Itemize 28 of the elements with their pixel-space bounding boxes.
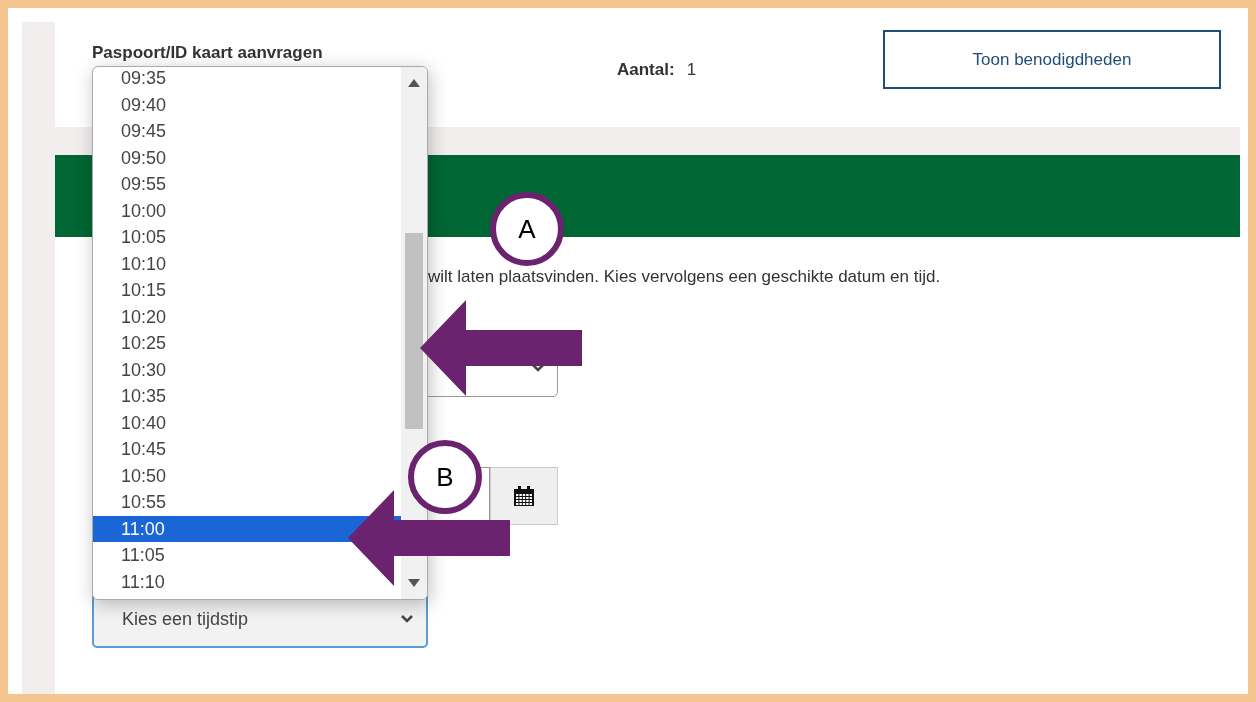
time-option[interactable]: 10:35 xyxy=(121,383,167,410)
intro-text: wilt laten plaatsvinden. Kies vervolgens een geschikte datum en tijd. xyxy=(427,267,942,287)
quantity-label: Aantal: xyxy=(617,59,675,80)
time-option[interactable]: 10:25 xyxy=(121,330,167,357)
time-option[interactable]: 10:45 xyxy=(121,436,167,463)
time-option[interactable]: 10:40 xyxy=(121,409,167,436)
time-option[interactable]: 10:10 xyxy=(121,250,167,277)
time-option[interactable]: 09:45 xyxy=(121,118,167,145)
scroll-up-icon xyxy=(408,79,420,87)
quantity-value: 1 xyxy=(686,59,697,80)
calendar-button[interactable] xyxy=(490,467,558,525)
time-option[interactable]: 09:50 xyxy=(121,144,167,171)
time-option[interactable]: 10:05 xyxy=(121,224,167,251)
time-option[interactable]: 09:35 xyxy=(121,67,167,92)
show-requirements-button[interactable]: Toon benodigdheden xyxy=(883,30,1221,89)
time-option[interactable]: 10:15 xyxy=(121,277,167,304)
time-option[interactable]: 10:00 xyxy=(121,197,167,224)
time-option[interactable]: 09:40 xyxy=(121,91,167,118)
time-option[interactable]: 10:50 xyxy=(121,462,167,489)
scroll-down-icon xyxy=(408,579,420,587)
page-title: Paspoort/ID kaart aanvragen xyxy=(92,42,324,63)
time-option[interactable]: 09:55 xyxy=(121,171,167,198)
chevron-down-icon xyxy=(400,614,414,624)
time-option[interactable]: 10:20 xyxy=(121,303,167,330)
time-option[interactable]: 10:30 xyxy=(121,356,167,383)
time-option[interactable]: 11:05 xyxy=(121,542,165,569)
calendar-icon xyxy=(513,485,535,507)
time-option[interactable]: 10:55 xyxy=(121,489,167,516)
